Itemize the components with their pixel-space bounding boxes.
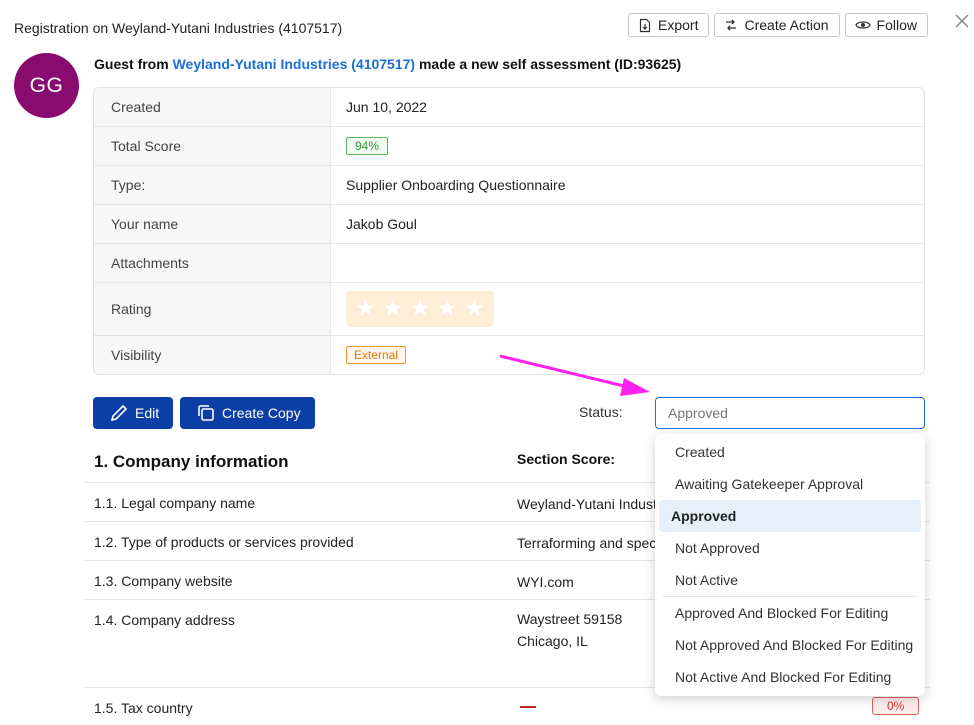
answer-value: WYI.com — [517, 574, 574, 590]
empty-answer-dash — [520, 706, 536, 708]
dialog-title: Registration on Weyland-Yutani Industrie… — [14, 20, 343, 36]
status-label: Status: — [579, 404, 623, 420]
created-value: Jun 10, 2022 — [346, 99, 427, 115]
status-option[interactable]: Not Approved — [659, 532, 921, 564]
rating-stars[interactable]: ★ ★ ★ ★ ★ — [346, 291, 494, 327]
info-row-created: Created Jun 10, 2022 — [94, 88, 924, 127]
headline-prefix: Guest from — [94, 56, 173, 72]
address-line-1: Waystreet 59158 — [517, 611, 623, 627]
status-option[interactable]: Not Approved And Blocked For Editing — [659, 629, 921, 661]
info-row-name: Your name Jakob Goul — [94, 205, 924, 244]
attachments-value — [331, 244, 924, 282]
section-score-label: Section Score: — [517, 451, 616, 467]
eye-icon — [854, 21, 871, 29]
status-option[interactable]: Not Active — [659, 564, 921, 596]
question-label: 1.2. Type of products or services provid… — [94, 534, 354, 550]
create-action-icon — [726, 19, 737, 31]
follow-label: Follow — [876, 17, 917, 33]
info-row-rating: Rating ★ ★ ★ ★ ★ — [94, 283, 924, 336]
status-option[interactable]: Awaiting Gatekeeper Approval — [659, 468, 921, 500]
status-option[interactable]: Not Active And Blocked For Editing — [659, 661, 921, 693]
copy-icon — [198, 405, 214, 421]
export-button[interactable]: Export — [628, 13, 710, 37]
status-option-selected[interactable]: Approved — [659, 500, 921, 532]
headline-suffix: made a new self assessment (ID:93625) — [415, 56, 682, 72]
question-label: 1.5. Tax country — [94, 700, 193, 716]
export-label: Export — [658, 17, 699, 33]
status-option[interactable]: Approved And Blocked For Editing — [659, 597, 921, 629]
status-option[interactable]: Created — [659, 436, 921, 468]
section-title: 1. Company information — [94, 452, 289, 471]
row-score-badge: 0% — [872, 697, 920, 715]
address-line-2: Chicago, IL — [517, 633, 588, 649]
pencil-icon — [110, 404, 128, 422]
create-copy-label: Create Copy — [222, 405, 301, 421]
status-dropdown: Created Awaiting Gatekeeper Approval App… — [655, 434, 925, 696]
score-label: Total Score — [94, 127, 331, 165]
visibility-label: Visibility — [94, 336, 331, 374]
avatar: GG — [14, 53, 79, 118]
create-action-label: Create Action — [744, 17, 829, 33]
edit-button[interactable]: Edit — [93, 397, 174, 429]
attachments-label: Attachments — [94, 244, 331, 282]
export-icon — [639, 18, 651, 32]
type-value: Supplier Onboarding Questionnaire — [346, 177, 566, 193]
status-select[interactable]: Approved — [655, 397, 925, 429]
visibility-badge: External — [346, 346, 407, 364]
score-badge: 94% — [346, 137, 389, 155]
activity-headline: Guest from Weyland-Yutani Industries (41… — [94, 56, 681, 72]
star-icon[interactable]: ★ — [436, 297, 458, 321]
answer-value: Waystreet 59158 Chicago, IL — [517, 608, 622, 652]
company-link[interactable]: Weyland-Yutani Industries (4107517) — [173, 56, 416, 72]
question-label: 1.3. Company website — [94, 573, 233, 589]
name-label: Your name — [94, 205, 331, 243]
answer-value: Terraforming and spec — [517, 535, 657, 551]
rating-label: Rating — [94, 283, 331, 335]
close-icon[interactable] — [953, 12, 971, 30]
top-actions: Export Create Action Follow — [628, 13, 928, 37]
info-row-attachments: Attachments — [94, 244, 924, 283]
follow-button[interactable]: Follow — [844, 13, 928, 37]
created-label: Created — [94, 88, 331, 126]
info-row-score: Total Score 94% — [94, 127, 924, 166]
star-icon[interactable]: ★ — [464, 297, 486, 321]
name-value: Jakob Goul — [346, 216, 417, 232]
answer-value: Weyland-Yutani Indust — [517, 496, 657, 512]
edit-label: Edit — [135, 405, 160, 421]
question-label: 1.1. Legal company name — [94, 495, 256, 511]
question-label: 1.4. Company address — [94, 612, 235, 628]
create-action-button[interactable]: Create Action — [714, 13, 840, 37]
star-icon[interactable]: ★ — [382, 297, 404, 321]
star-icon[interactable]: ★ — [355, 297, 377, 321]
star-icon[interactable]: ★ — [409, 297, 431, 321]
type-label: Type: — [94, 166, 331, 204]
info-row-type: Type: Supplier Onboarding Questionnaire — [94, 166, 924, 205]
create-copy-button[interactable]: Create Copy — [180, 397, 315, 429]
info-row-visibility: Visibility External — [94, 336, 924, 374]
assessment-info-table: Created Jun 10, 2022 Total Score 94% Typ… — [93, 87, 925, 375]
